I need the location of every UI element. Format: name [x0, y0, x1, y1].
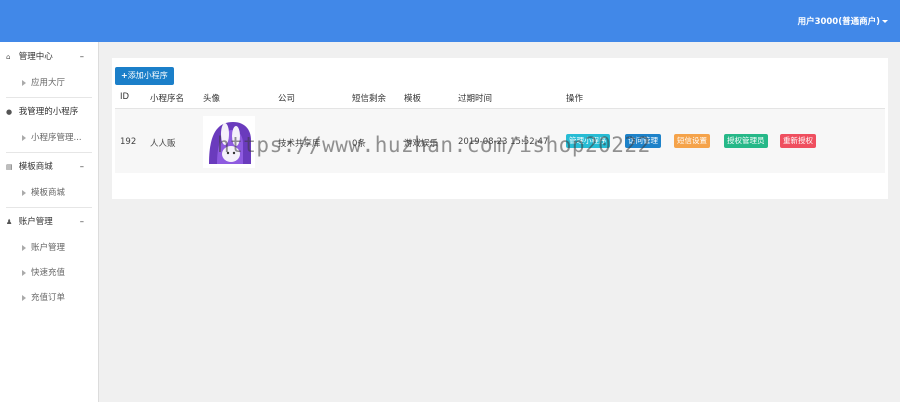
- home-icon: ⌂: [6, 53, 11, 61]
- column-header-name: 小程序名: [150, 94, 185, 104]
- divider: [6, 207, 92, 208]
- sidebar: ⌂ 管理中心 – 应用大厅 ● 我管理的小程序 小程序管理... ▤ 模板商城 …: [0, 42, 99, 402]
- plus-icon: +: [121, 71, 128, 80]
- column-header-template: 模板: [404, 94, 422, 104]
- column-header-id: ID: [120, 92, 130, 102]
- rabbit-avatar-icon: [203, 116, 255, 168]
- table-row: 192 人人贩 技术共享库 0条 游戏娱乐 2019-08-23 15:52:4…: [115, 108, 885, 173]
- column-header-company: 公司: [278, 94, 296, 104]
- triangle-right-icon: [22, 134, 26, 141]
- column-header-expire: 过期时间: [458, 94, 493, 104]
- sidebar-item-label: 账户管理: [31, 243, 66, 253]
- sidebar-item-label: 充值订单: [31, 293, 66, 303]
- sidebar-group-account[interactable]: ♟ 账户管理 –: [0, 209, 98, 236]
- column-header-avatar: 头像: [203, 94, 221, 104]
- divider: [6, 97, 92, 98]
- authorize-admin-button[interactable]: 授权管理员: [724, 134, 768, 148]
- sidebar-group-label: 我管理的小程序: [18, 107, 79, 117]
- sidebar-group-management-center[interactable]: ⌂ 管理中心 –: [0, 44, 98, 71]
- collapse-icon[interactable]: –: [80, 154, 84, 181]
- sidebar-group-label: 账户管理: [18, 217, 53, 227]
- sidebar-item-app-hall[interactable]: 应用大厅: [0, 71, 98, 96]
- access-manage-button[interactable]: 访问管理: [625, 134, 661, 148]
- reauthorize-button[interactable]: 重新授权: [780, 134, 816, 148]
- user-icon: ♟: [6, 218, 13, 226]
- user-label: 用户3000(普通商户): [797, 17, 880, 27]
- miniprogram-avatar: [203, 116, 255, 168]
- action-label: 授权管理员: [727, 136, 765, 145]
- cell-sms: 0条: [352, 139, 366, 149]
- manage-miniprogram-button[interactable]: 管理小程序: [566, 134, 610, 148]
- user-menu[interactable]: 用户3000(普通商户): [798, 15, 888, 27]
- action-label: 重新授权: [783, 136, 813, 145]
- sidebar-group-my-miniprograms[interactable]: ● 我管理的小程序: [0, 99, 98, 126]
- sms-settings-button[interactable]: 短信设置: [674, 134, 710, 148]
- sidebar-item-quick-recharge[interactable]: 快速充值: [0, 261, 98, 286]
- triangle-right-icon: [22, 79, 26, 86]
- column-header-actions: 操作: [566, 94, 584, 104]
- sidebar-group-template-mall[interactable]: ▤ 模板商城 –: [0, 154, 98, 181]
- triangle-right-icon: [22, 294, 26, 301]
- cell-expire: 2019-08-23 15:52:47: [458, 137, 549, 147]
- action-label: 访问管理: [628, 136, 658, 145]
- cell-name: 人人贩: [150, 139, 176, 149]
- sidebar-item-label: 模板商城: [31, 188, 66, 198]
- add-button-label: 添加小程序: [127, 71, 168, 80]
- cell-template: 游戏娱乐: [404, 139, 439, 149]
- add-miniprogram-button[interactable]: +添加小程序: [115, 67, 174, 85]
- triangle-right-icon: [22, 244, 26, 251]
- sidebar-item-label: 小程序管理...: [31, 133, 82, 143]
- sidebar-group-label: 模板商城: [18, 162, 53, 172]
- triangle-right-icon: [22, 269, 26, 276]
- sidebar-item-label: 快速充值: [31, 268, 66, 278]
- column-header-sms: 短信剩余: [352, 94, 387, 104]
- sidebar-item-template-mall[interactable]: 模板商城: [0, 181, 98, 206]
- sidebar-item-recharge-orders[interactable]: 充值订单: [0, 286, 98, 311]
- divider: [6, 152, 92, 153]
- sidebar-item-label: 应用大厅: [31, 78, 66, 88]
- wechat-icon: ●: [6, 108, 13, 116]
- cell-company: 技术共享库: [278, 139, 321, 149]
- caret-down-icon: [882, 20, 888, 23]
- sidebar-item-miniprogram-manage[interactable]: 小程序管理...: [0, 126, 98, 151]
- sidebar-group-label: 管理中心: [18, 52, 53, 62]
- triangle-right-icon: [22, 189, 26, 196]
- action-label: 管理小程序: [569, 136, 607, 145]
- cart-icon: ▤: [6, 163, 13, 171]
- sidebar-item-account-manage[interactable]: 账户管理: [0, 236, 98, 261]
- collapse-icon[interactable]: –: [80, 44, 84, 71]
- collapse-icon[interactable]: –: [80, 209, 84, 236]
- miniprogram-panel: +添加小程序 ID 小程序名 头像 公司 短信剩余 模板 过期时间 操作 192…: [112, 58, 888, 199]
- cell-id: 192: [120, 137, 137, 147]
- top-header: 用户3000(普通商户): [0, 0, 900, 42]
- action-label: 短信设置: [677, 136, 707, 145]
